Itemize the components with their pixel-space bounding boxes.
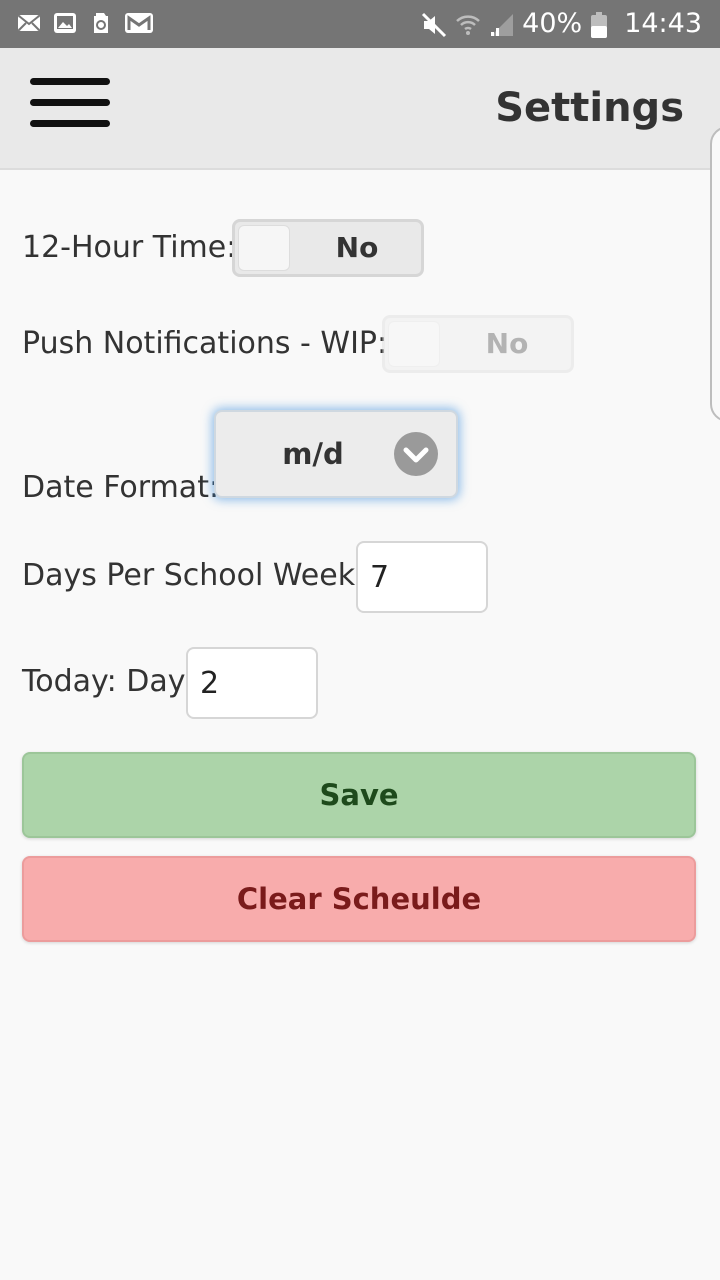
twelve-hour-label: 12-Hour Time: (22, 230, 237, 265)
mail-icon (16, 10, 42, 36)
page-title: Settings (495, 85, 684, 131)
battery-percent: 40% (522, 8, 583, 39)
today-day-label: Today: Day (22, 664, 186, 699)
today-day-input[interactable] (186, 647, 318, 719)
hamburger-menu-icon[interactable] (30, 78, 110, 130)
header: Settings (0, 48, 720, 170)
days-per-week-input[interactable] (356, 541, 488, 613)
toggle-handle[interactable] (238, 225, 290, 271)
twelve-hour-value: No (335, 231, 379, 264)
save-button[interactable]: Save (22, 752, 696, 838)
twelve-hour-toggle[interactable]: No (232, 219, 424, 277)
side-panel-edge[interactable] (710, 126, 720, 422)
days-per-week-label: Days Per School Week: (22, 558, 366, 593)
signal-icon (488, 11, 514, 37)
status-bar: 40% 14:43 (0, 0, 720, 48)
system-status: 40% 14:43 (420, 0, 702, 48)
push-notifications-toggle: No (382, 315, 574, 373)
battery-icon (590, 11, 616, 38)
clock: 14:43 (624, 8, 702, 39)
gmail-icon (124, 10, 153, 36)
recycle-icon (88, 10, 114, 36)
toggle-handle (388, 321, 440, 367)
mute-icon (420, 11, 447, 38)
chevron-down-icon (394, 432, 438, 476)
notification-icons (16, 10, 153, 36)
wifi-icon (454, 11, 481, 37)
date-format-label: Date Format: (22, 470, 220, 505)
date-format-value: m/d (282, 437, 344, 471)
date-format-select[interactable]: m/d (214, 410, 458, 498)
clear-schedule-button[interactable]: Clear Scheulde (22, 856, 696, 942)
push-notifications-value: No (485, 327, 529, 360)
image-icon (52, 10, 78, 36)
push-notifications-label: Push Notifications - WIP: (22, 326, 388, 361)
